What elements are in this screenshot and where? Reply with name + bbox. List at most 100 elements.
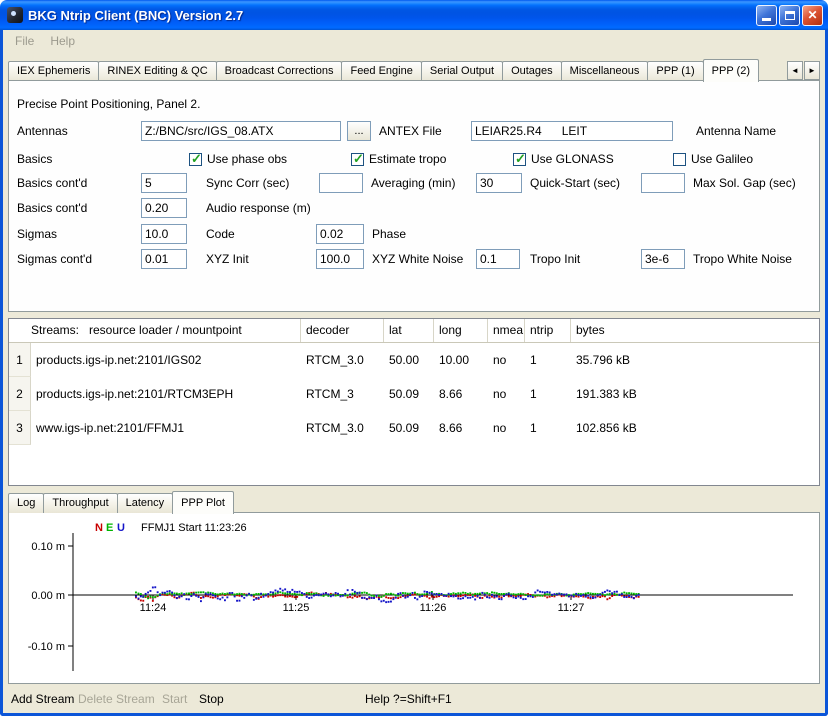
stream-row-1[interactable]: 1 products.igs-ip.net:2101/IGS02 RTCM_3.… [9, 343, 819, 377]
row-number: 2 [9, 377, 31, 411]
tab-scroll-left-icon[interactable]: ◄ [787, 61, 803, 80]
stop-button[interactable]: Stop [199, 686, 224, 713]
stream-row-3[interactable]: 3 www.igs-ip.net:2101/FFMJ1 RTCM_3.0 50.… [9, 411, 819, 445]
maximize-button[interactable] [779, 5, 800, 26]
basics-contd2-label: Basics cont'd [17, 198, 87, 218]
xyz-white-noise-input[interactable] [316, 249, 364, 269]
tab-log[interactable]: Log [8, 493, 44, 513]
cell-decoder: RTCM_3.0 [301, 411, 384, 445]
ppp-plot-panel: 0.10 m0.00 m-0.10 m11:2411:2511:2611:27N… [8, 512, 820, 684]
cell-long: 8.66 [434, 377, 488, 411]
tropo-white-noise-input[interactable] [641, 249, 685, 269]
checkbox-unchecked-icon [673, 153, 686, 166]
col-header-mountpoint[interactable]: Streams: resource loader / mountpoint [9, 319, 301, 342]
antenna-name-label: Antenna Name [696, 121, 776, 141]
minimize-icon [762, 18, 771, 21]
max-sol-gap-input[interactable] [641, 173, 685, 193]
svg-text:0.00 m: 0.00 m [31, 590, 65, 602]
close-icon: ✕ [807, 9, 817, 21]
use-phase-obs-checkbox[interactable]: Use phase obs [189, 149, 287, 169]
sync-corr-input[interactable] [141, 173, 187, 193]
svg-text:11:24: 11:24 [140, 602, 167, 614]
col-header-long[interactable]: long [434, 319, 488, 342]
cell-bytes: 102.856 kB [571, 411, 819, 445]
sigma-phase-input[interactable] [316, 224, 364, 244]
max-sol-gap-label: Max Sol. Gap (sec) [693, 173, 796, 193]
col-header-decoder[interactable]: decoder [301, 319, 384, 342]
help-hint: Help ?=Shift+F1 [365, 686, 452, 713]
basics-label: Basics [17, 149, 52, 169]
cell-nmea: no [488, 411, 525, 445]
row-number: 3 [9, 411, 31, 445]
xyz-init-label: XYZ Init [206, 249, 249, 269]
bottom-tabbar: Log Throughput Latency PPP Plot [8, 490, 820, 513]
use-glonass-checkbox[interactable]: Use GLONASS [513, 149, 614, 169]
window-title: BKG Ntrip Client (BNC) Version 2.7 [28, 8, 754, 23]
audio-response-input[interactable] [141, 198, 187, 218]
cell-mountpoint: www.igs-ip.net:2101/FFMJ1 [31, 411, 301, 445]
tab-ppp-1[interactable]: PPP (1) [647, 61, 703, 81]
close-button[interactable]: ✕ [802, 5, 823, 26]
xyz-init-input[interactable] [141, 249, 187, 269]
use-galileo-checkbox[interactable]: Use Galileo [673, 149, 753, 169]
add-stream-button[interactable]: Add Stream [11, 686, 74, 713]
main-tabbar: IEX Ephemeris RINEX Editing & QC Broadca… [8, 58, 820, 81]
cell-nmea: no [488, 377, 525, 411]
quick-start-input[interactable] [476, 173, 522, 193]
svg-text:0.10 m: 0.10 m [31, 541, 65, 553]
ppp-panel-2: Precise Point Positioning, Panel 2. Ante… [8, 80, 820, 312]
cell-mountpoint: products.igs-ip.net:2101/RTCM3EPH [31, 377, 301, 411]
start-button[interactable]: Start [162, 686, 187, 713]
tab-latency[interactable]: Latency [117, 493, 174, 513]
tropo-init-input[interactable] [476, 249, 520, 269]
antenna-name-input[interactable] [471, 121, 673, 141]
ppp-plot-svg: 0.10 m0.00 m-0.10 m11:2411:2511:2611:27N… [9, 513, 819, 683]
sigma-phase-label: Phase [372, 224, 406, 244]
quick-start-label: Quick-Start (sec) [530, 173, 620, 193]
svg-text:11:27: 11:27 [558, 602, 585, 614]
tab-rinex-editing-qc[interactable]: RINEX Editing & QC [98, 61, 216, 81]
tab-ppp-plot[interactable]: PPP Plot [172, 491, 234, 514]
checkbox-checked-icon [351, 153, 364, 166]
tab-broadcast-corrections[interactable]: Broadcast Corrections [216, 61, 343, 81]
tab-serial-output[interactable]: Serial Output [421, 61, 503, 81]
tab-outages[interactable]: Outages [502, 61, 562, 81]
col-header-lat[interactable]: lat [384, 319, 434, 342]
sigma-code-input[interactable] [141, 224, 187, 244]
app-window: BKG Ntrip Client (BNC) Version 2.7 ✕ Fil… [0, 0, 828, 716]
stream-row-2[interactable]: 2 products.igs-ip.net:2101/RTCM3EPH RTCM… [9, 377, 819, 411]
estimate-tropo-checkbox[interactable]: Estimate tropo [351, 149, 446, 169]
averaging-label: Averaging (min) [371, 173, 455, 193]
col-header-nmea[interactable]: nmea [488, 319, 525, 342]
browse-antex-button[interactable]: ... [347, 121, 371, 141]
titlebar[interactable]: BKG Ntrip Client (BNC) Version 2.7 ✕ [0, 0, 828, 30]
panel-heading: Precise Point Positioning, Panel 2. [17, 97, 200, 111]
cell-ntrip: 1 [525, 411, 571, 445]
col-header-ntrip[interactable]: ntrip [525, 319, 571, 342]
cell-ntrip: 1 [525, 343, 571, 377]
cell-mountpoint: products.igs-ip.net:2101/IGS02 [31, 343, 301, 377]
tab-throughput[interactable]: Throughput [43, 493, 117, 513]
tab-ppp-2[interactable]: PPP (2) [703, 59, 759, 82]
menu-help[interactable]: Help [42, 32, 83, 50]
cell-lat: 50.00 [384, 343, 434, 377]
svg-text:E: E [106, 522, 113, 534]
tab-feed-engine[interactable]: Feed Engine [341, 61, 421, 81]
tab-scroll-right-icon[interactable]: ► [804, 61, 820, 80]
cell-long: 10.00 [434, 343, 488, 377]
minimize-button[interactable] [756, 5, 777, 26]
row-number: 1 [9, 343, 31, 377]
tab-ephemeris[interactable]: IEX Ephemeris [8, 61, 99, 81]
svg-text:FFMJ1 Start 11:23:26: FFMJ1 Start 11:23:26 [141, 522, 247, 534]
use-phase-obs-label: Use phase obs [207, 152, 287, 166]
antex-path-input[interactable] [141, 121, 341, 141]
averaging-input[interactable] [319, 173, 363, 193]
tropo-white-noise-label: Tropo White Noise [693, 249, 792, 269]
cell-nmea: no [488, 343, 525, 377]
tab-miscellaneous[interactable]: Miscellaneous [561, 61, 649, 81]
audio-response-label: Audio response (m) [206, 198, 311, 218]
menu-file[interactable]: File [7, 32, 42, 50]
delete-stream-button[interactable]: Delete Stream [78, 686, 155, 713]
col-header-bytes[interactable]: bytes [571, 319, 819, 342]
cell-decoder: RTCM_3.0 [301, 343, 384, 377]
